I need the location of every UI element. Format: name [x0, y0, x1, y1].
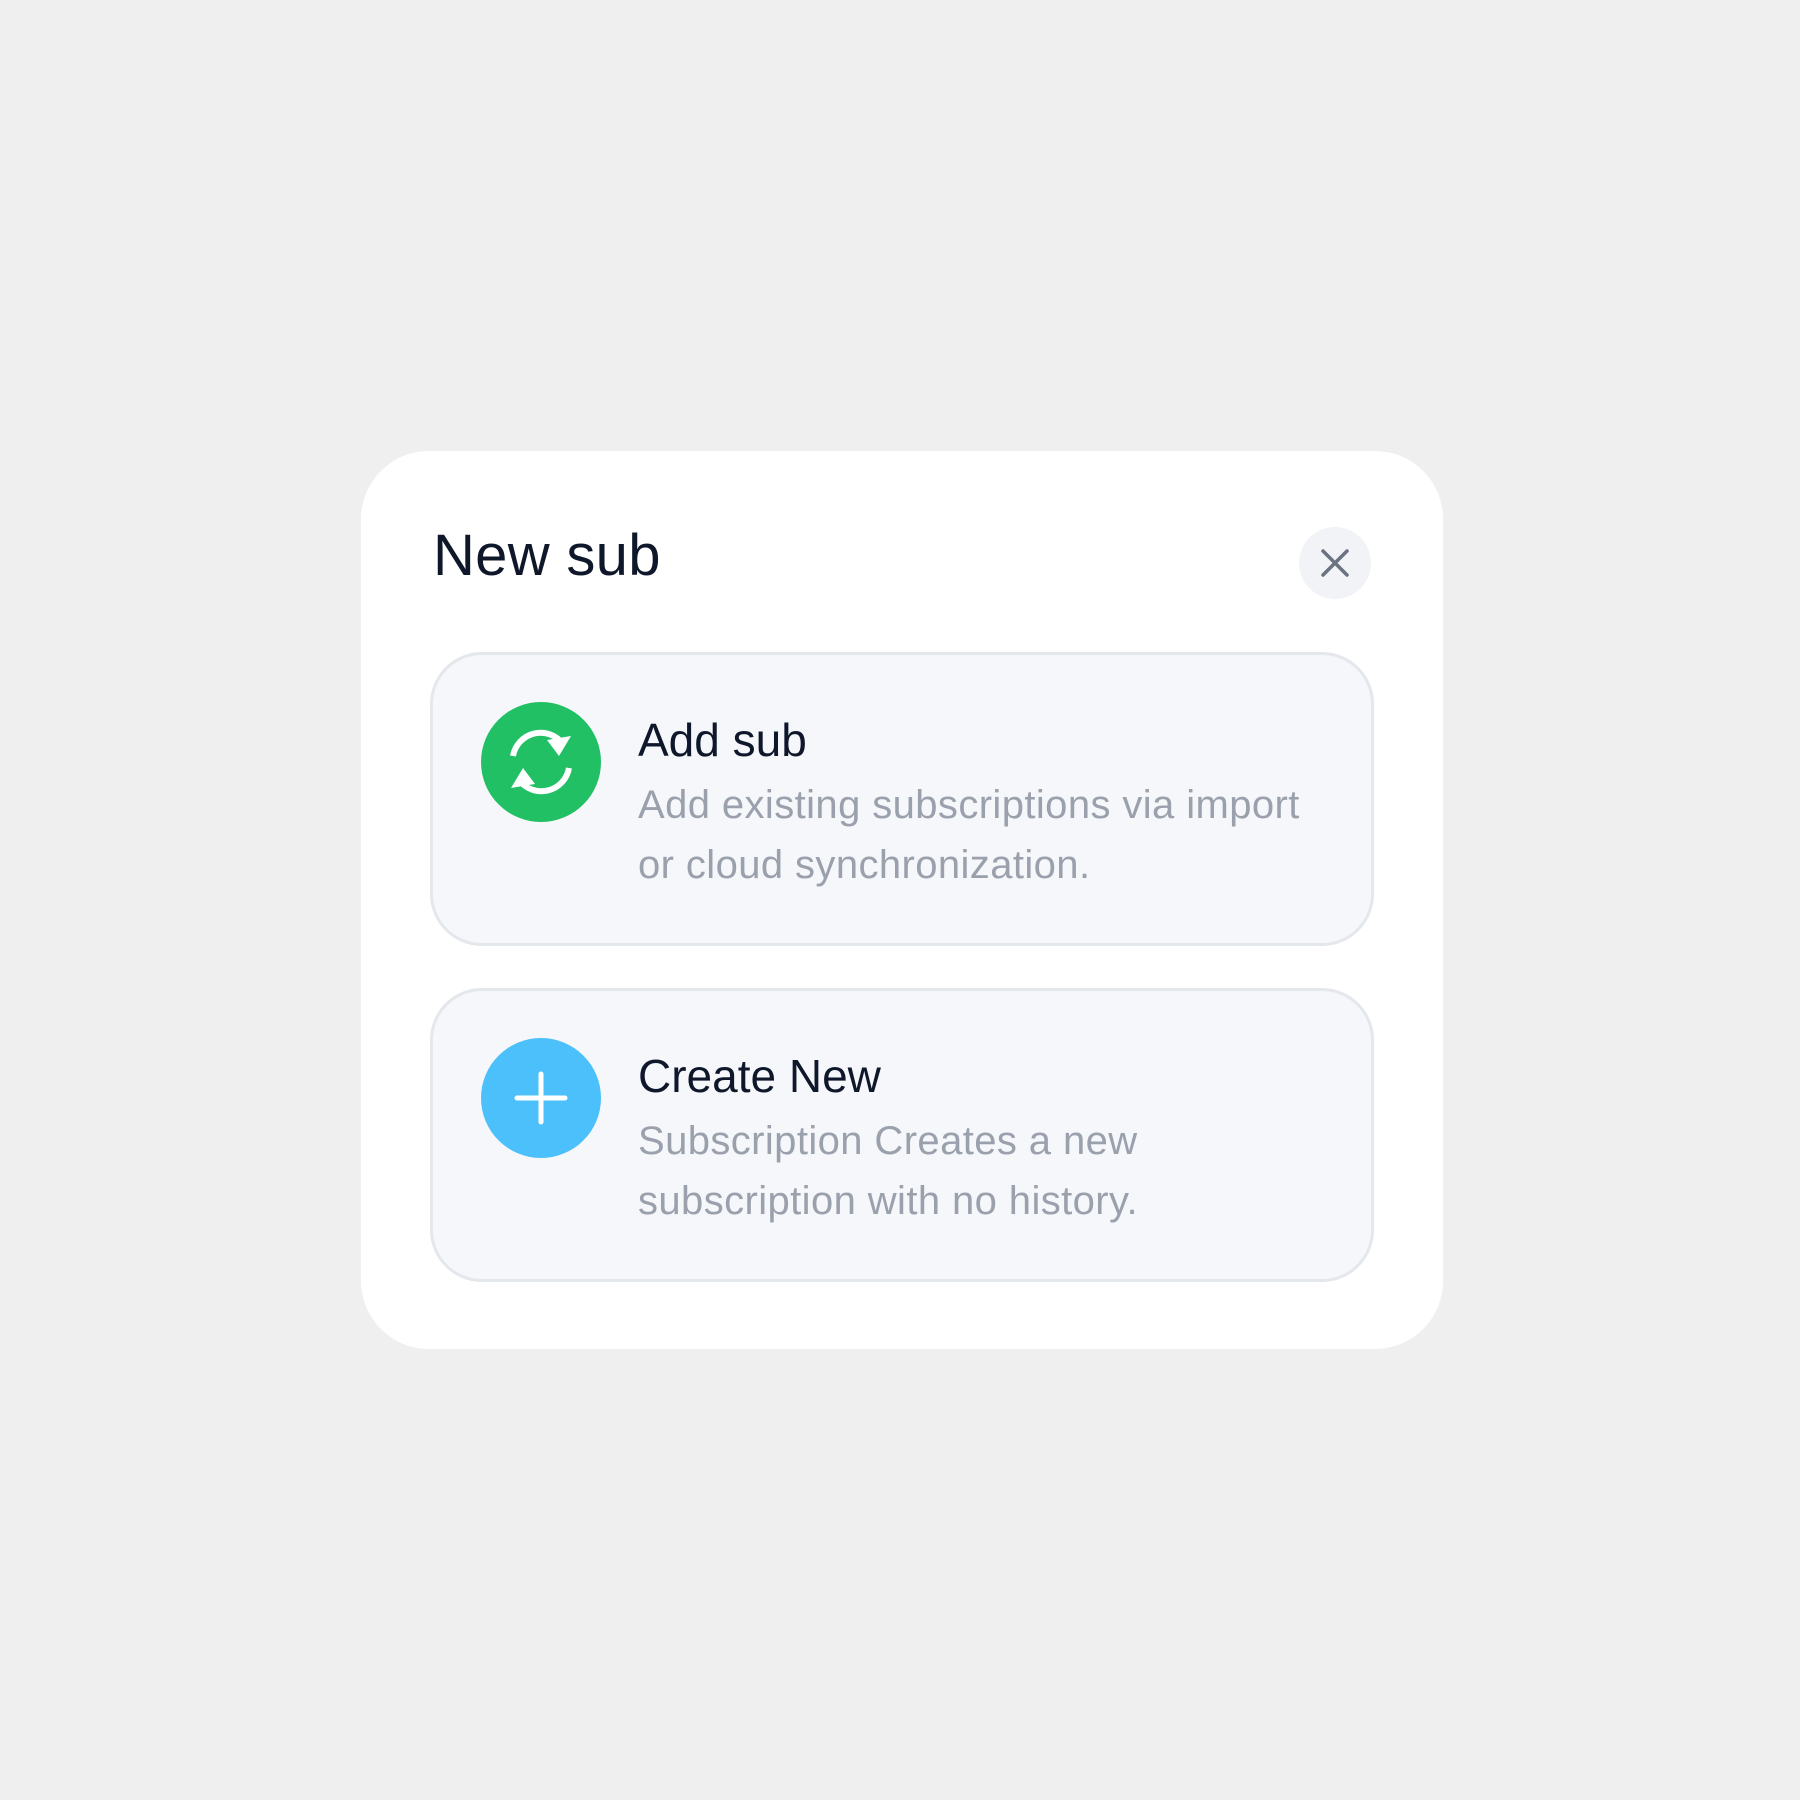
plus-icon — [514, 1071, 568, 1125]
create-new-title: Create New — [638, 1050, 881, 1102]
add-sub-title: Add sub — [638, 714, 807, 766]
add-sub-icon-badge — [481, 702, 601, 822]
create-new-description: Subscription Creates a new subscription … — [638, 1119, 1138, 1223]
create-new-option[interactable]: Create New Subscription Creates a new su… — [430, 988, 1374, 1282]
sync-icon — [510, 729, 572, 795]
close-button[interactable] — [1299, 527, 1371, 599]
create-new-text: Create New Subscription Creates a new su… — [638, 1049, 1338, 1231]
add-sub-text: Add sub Add existing subscriptions via i… — [638, 713, 1338, 895]
close-icon — [1321, 549, 1349, 577]
dialog-title: New sub — [433, 523, 661, 588]
add-sub-description: Add existing subscriptions via import or… — [638, 783, 1300, 887]
create-new-icon-badge — [481, 1038, 601, 1158]
new-sub-dialog: New sub Add sub Add existing subscriptio… — [361, 451, 1443, 1349]
add-sub-option[interactable]: Add sub Add existing subscriptions via i… — [430, 652, 1374, 946]
